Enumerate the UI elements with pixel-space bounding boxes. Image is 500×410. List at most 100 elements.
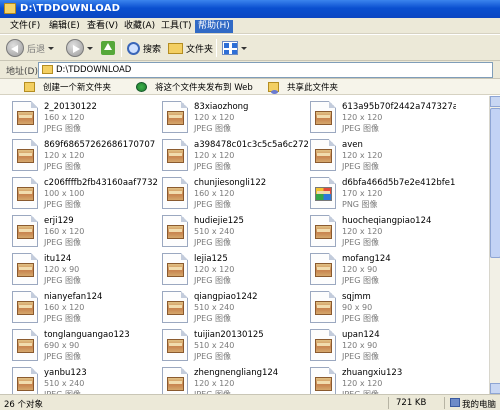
file-item[interactable]: hudiejie125 510 x 240 JPEG 图像	[150, 213, 310, 251]
object-count: 26 个对象	[4, 400, 44, 410]
file-item[interactable]: sqjmm 90 x 90 JPEG 图像	[298, 289, 458, 327]
jpeg-image-icon	[162, 215, 188, 247]
jpeg-image-icon	[162, 177, 188, 209]
jpeg-image-icon	[12, 291, 38, 323]
toolbar-separator	[121, 39, 122, 57]
file-item[interactable]: itu124 120 x 90 JPEG 图像	[0, 251, 160, 289]
file-type: JPEG 图像	[194, 238, 231, 247]
file-type: JPEG 图像	[44, 238, 81, 247]
folders-button[interactable]: 文件夹	[168, 38, 213, 58]
file-item[interactable]: erji129 160 x 120 JPEG 图像	[0, 213, 160, 251]
file-item[interactable]: chunjiesongli122 160 x 120 JPEG 图像	[150, 175, 310, 213]
file-item[interactable]: zhuangxiu123 120 x 120 JPEG 图像	[298, 365, 458, 394]
file-type: JPEG 图像	[194, 352, 231, 361]
scroll-thumb[interactable]	[490, 108, 500, 258]
window-title: D:\TDDOWNLOAD	[20, 3, 121, 14]
jpeg-image-icon	[12, 139, 38, 171]
publish-web-link[interactable]: 将这个文件夹发布到 Web	[136, 81, 253, 93]
file-dimensions: 120 x 90	[342, 341, 378, 350]
scroll-up-button[interactable]	[490, 96, 500, 107]
file-item[interactable]: upan124 120 x 90 JPEG 图像	[298, 327, 458, 365]
vertical-scrollbar[interactable]	[489, 96, 500, 394]
file-item[interactable]: zhengnengliang124 120 x 120 JPEG 图像	[150, 365, 310, 394]
file-item[interactable]: 869f68657262686170707 9eb2b 120 x 120 JP…	[0, 137, 160, 175]
views-icon	[222, 41, 238, 55]
file-name: itu124	[44, 254, 72, 264]
file-name: erji129	[44, 216, 74, 226]
menu-edit[interactable]: 编辑(E)	[46, 20, 83, 33]
file-item[interactable]: 2_20130122 160 x 120 JPEG 图像	[0, 99, 160, 137]
jpeg-image-icon	[12, 367, 38, 394]
menu-view[interactable]: 查看(V)	[84, 20, 121, 33]
new-folder-link[interactable]: 创建一个新文件夹	[24, 81, 111, 93]
file-item[interactable]: c206ffffb2fb43160aaf773220... 100 x 100 …	[0, 175, 160, 213]
file-name: mofang124	[342, 254, 391, 264]
toolbar-separator	[216, 39, 217, 57]
file-item[interactable]: huocheqiangpiao124 120 x 120 JPEG 图像	[298, 213, 458, 251]
address-value: D:\TDDOWNLOAD	[56, 65, 132, 75]
file-name: huocheqiangpiao124	[342, 216, 432, 226]
jpeg-image-icon	[162, 101, 188, 133]
scroll-down-button[interactable]	[490, 383, 500, 394]
file-item[interactable]: aven 120 x 120 JPEG 图像	[298, 137, 458, 175]
jpeg-image-icon	[310, 101, 336, 133]
jpeg-image-icon	[162, 367, 188, 394]
file-type: JPEG 图像	[342, 238, 379, 247]
back-button[interactable]: 后退	[6, 38, 55, 58]
file-name: tuijian20130125	[194, 330, 264, 340]
file-name: c206ffffb2fb43160aaf773220...	[44, 178, 158, 188]
dropdown-arrow-icon	[87, 46, 93, 50]
file-dimensions: 120 x 90	[44, 265, 80, 274]
file-item[interactable]: 83xiaozhong 120 x 120 JPEG 图像	[150, 99, 310, 137]
search-button[interactable]: 搜索	[127, 38, 161, 58]
up-button[interactable]	[101, 38, 115, 58]
jpeg-image-icon	[12, 101, 38, 133]
file-list[interactable]: 2_20130122 160 x 120 JPEG 图像 83xiaozhong…	[0, 96, 500, 394]
file-type: JPEG 图像	[44, 352, 81, 361]
file-dimensions: 510 x 240	[194, 227, 235, 236]
file-name: 869f68657262686170707 9eb2b	[44, 140, 158, 150]
file-dimensions: 120 x 120	[342, 113, 383, 122]
file-item[interactable]: tuijian20130125 510 x 240 JPEG 图像	[150, 327, 310, 365]
folder-icon	[4, 3, 16, 14]
file-dimensions: 510 x 240	[194, 303, 235, 312]
file-type: JPEG 图像	[194, 200, 231, 209]
file-item[interactable]: d6bfa466d5b7e2e412bfe16fc... 170 x 120 P…	[298, 175, 458, 213]
file-item[interactable]: qiangpiao1242 510 x 240 JPEG 图像	[150, 289, 310, 327]
file-type: JPEG 图像	[342, 276, 379, 285]
file-item[interactable]: mofang124 120 x 90 JPEG 图像	[298, 251, 458, 289]
dropdown-arrow-icon	[241, 46, 247, 50]
new-folder-label: 创建一个新文件夹	[43, 83, 112, 93]
menu-favorites[interactable]: 收藏(A)	[121, 20, 158, 33]
forward-button[interactable]	[66, 38, 93, 58]
jpeg-image-icon	[310, 291, 336, 323]
menu-tools[interactable]: 工具(T)	[158, 20, 195, 33]
window-titlebar[interactable]: D:\TDDOWNLOAD	[0, 0, 500, 18]
file-item[interactable]: nianyefan124 160 x 120 JPEG 图像	[0, 289, 160, 327]
file-item[interactable]: yanbu123 510 x 240 JPEG 图像	[0, 365, 160, 394]
jpeg-image-icon	[12, 215, 38, 247]
menu-bar: 文件(F) 编辑(E) 查看(V) 收藏(A) 工具(T) 帮助(H)	[0, 18, 500, 34]
total-size: 721 KB	[396, 398, 427, 408]
file-dimensions: 120 x 120	[194, 113, 235, 122]
menu-file[interactable]: 文件(F)	[7, 20, 43, 33]
file-type: JPEG 图像	[44, 314, 81, 323]
file-type: JPEG 图像	[44, 124, 81, 133]
file-item[interactable]: lejia125 120 x 120 JPEG 图像	[150, 251, 310, 289]
back-label: 后退	[27, 44, 46, 55]
file-name: sqjmm	[342, 292, 371, 302]
share-folder-link[interactable]: 共享此文件夹	[268, 81, 338, 94]
address-input[interactable]: D:\TDDOWNLOAD	[38, 62, 493, 78]
file-name: chunjiesongli122	[194, 178, 267, 188]
status-divider	[444, 397, 445, 409]
file-item[interactable]: 613a95b70f2442a747327a1e... 120 x 120 JP…	[298, 99, 458, 137]
menu-help[interactable]: 帮助(H)	[195, 20, 233, 33]
address-label: 地址(D)	[6, 67, 38, 77]
file-item[interactable]: a398478c01c3c5c5a6c2724b 120 x 120 JPEG …	[150, 137, 310, 175]
file-name: a398478c01c3c5c5a6c2724b	[194, 140, 308, 150]
folders-icon	[168, 42, 183, 54]
file-item[interactable]: tonglanguangao123 690 x 90 JPEG 图像	[0, 327, 160, 365]
file-name: nianyefan124	[44, 292, 103, 302]
views-button[interactable]	[222, 38, 247, 58]
search-icon	[127, 41, 140, 55]
